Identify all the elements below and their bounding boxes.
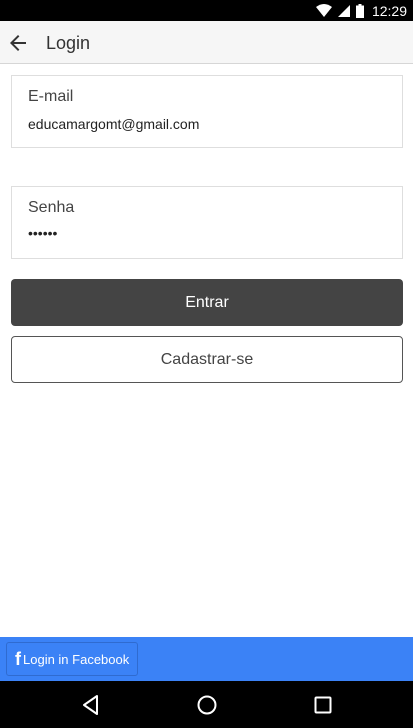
facebook-login-button[interactable]: f Login in Facebook <box>6 642 139 676</box>
arrow-left-icon <box>10 35 26 51</box>
nav-back-button[interactable] <box>79 693 103 717</box>
password-field-container[interactable]: Senha •••••• <box>11 186 403 259</box>
wifi-icon <box>315 3 332 17</box>
email-field-container[interactable]: E-mail <box>11 75 403 148</box>
status-icons: 12:29 <box>315 0 407 21</box>
signal-icon <box>337 4 350 17</box>
register-button[interactable]: Cadastrar-se <box>11 336 403 383</box>
email-label: E-mail <box>28 88 74 105</box>
facebook-login-label: Login in Facebook <box>23 651 130 667</box>
password-field[interactable]: •••••• <box>28 225 57 241</box>
battery-icon <box>355 3 364 18</box>
back-button[interactable] <box>6 31 30 55</box>
page-title: Login <box>46 33 91 53</box>
nav-back-icon <box>83 695 98 715</box>
email-field[interactable] <box>28 116 388 132</box>
status-bar: 12:29 <box>0 0 413 21</box>
nav-home-button[interactable] <box>195 693 219 717</box>
nav-home-icon <box>197 695 217 715</box>
app-bar: Login <box>0 21 413 64</box>
login-button[interactable]: Entrar <box>11 279 403 326</box>
password-label: Senha <box>28 199 75 216</box>
footer-bar: f Login in Facebook <box>0 637 413 681</box>
facebook-icon: f <box>15 649 21 669</box>
status-time: 12:29 <box>371 2 407 19</box>
navigation-bar <box>0 681 413 728</box>
nav-recents-icon <box>314 696 332 714</box>
nav-recents-button[interactable] <box>311 693 335 717</box>
